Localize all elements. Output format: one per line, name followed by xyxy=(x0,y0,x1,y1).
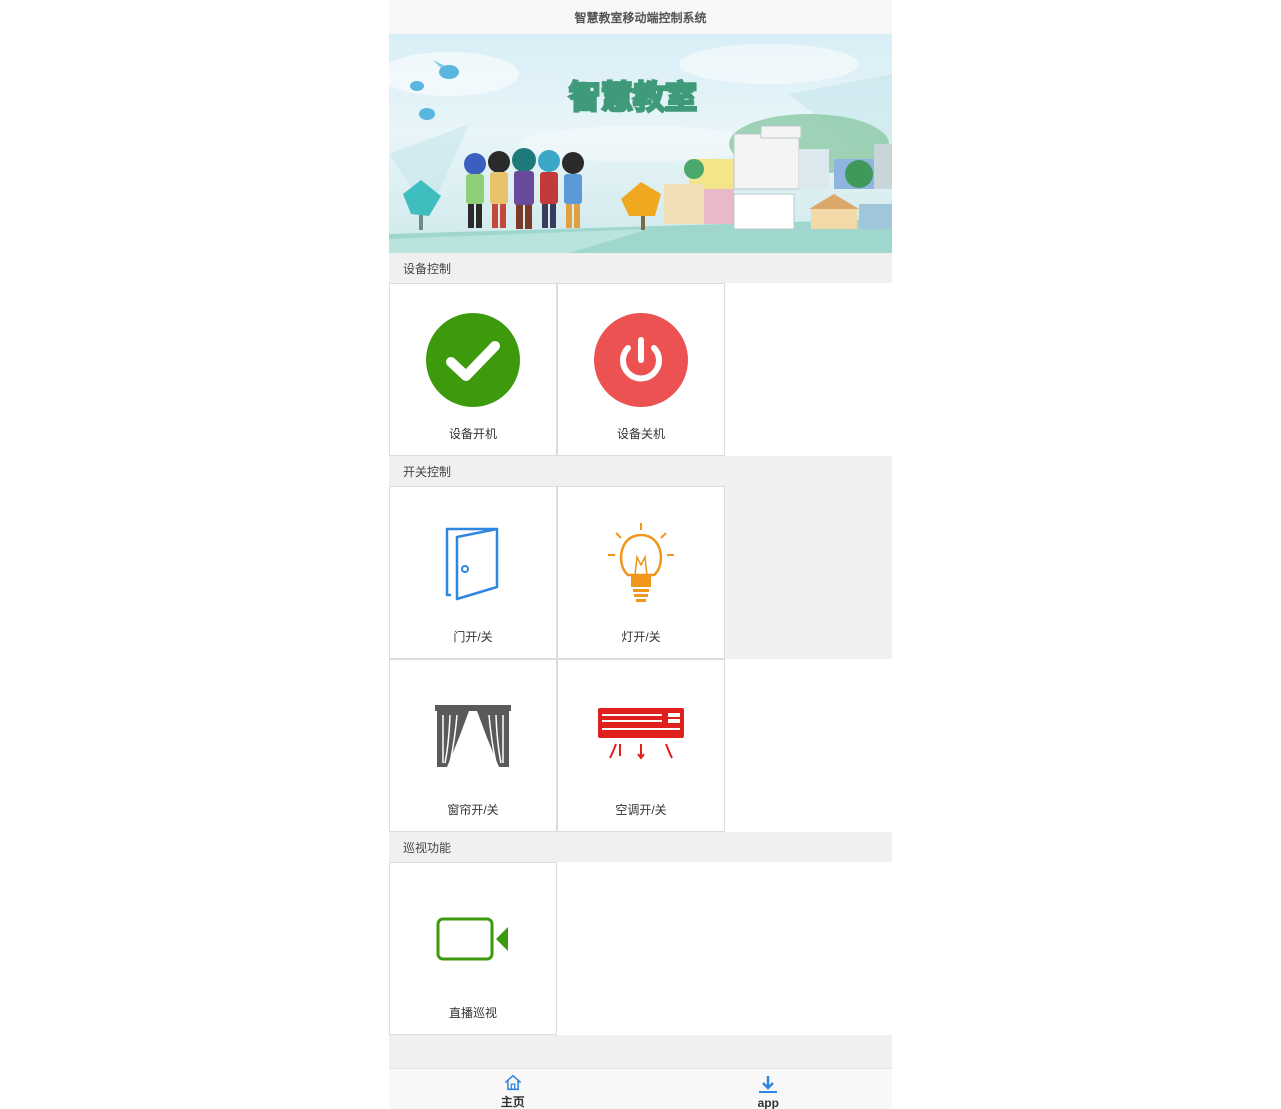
live-patrol-button[interactable]: 直播巡视 xyxy=(389,862,557,1035)
device-power-on-label: 设备开机 xyxy=(448,427,497,441)
banner-image: 智慧教室 xyxy=(389,34,892,253)
empty-cell xyxy=(557,862,892,1035)
empty-cell xyxy=(725,659,892,832)
power-icon xyxy=(594,313,688,407)
light-switch-label: 灯开/关 xyxy=(621,630,661,644)
page-title: 智慧教室移动端控制系统 xyxy=(574,10,707,25)
children-illustration xyxy=(464,148,584,229)
section-title-device-control: 设备控制 xyxy=(389,253,892,283)
curtain-icon xyxy=(435,705,511,767)
empty-cell xyxy=(725,283,892,456)
door-icon xyxy=(445,527,499,601)
light-switch-button[interactable]: 灯开/关 xyxy=(557,486,725,659)
bottom-tab-bar: 主页 app xyxy=(389,1068,892,1109)
patrol-grid: 直播巡视 xyxy=(389,862,892,1035)
device-power-off-label: 设备关机 xyxy=(616,427,665,441)
air-conditioner-switch-button[interactable]: 空调开/关 xyxy=(557,659,725,832)
door-switch-label: 门开/关 xyxy=(453,630,493,644)
top-bar: 智慧教室移动端控制系统 xyxy=(389,0,892,34)
device-power-off-button[interactable]: 设备关机 xyxy=(557,283,725,456)
download-icon xyxy=(759,1076,778,1093)
device-power-on-button[interactable]: 设备开机 xyxy=(389,283,557,456)
check-circle-icon xyxy=(426,313,520,407)
air-conditioner-switch-label: 空调开/关 xyxy=(615,803,667,817)
section-title-patrol: 巡视功能 xyxy=(389,832,892,862)
tab-home[interactable]: 主页 xyxy=(389,1069,641,1109)
switch-control-grid: 门开/关 灯开/关 窗帘开/关 空调开/关 xyxy=(389,486,892,832)
curtain-switch-button[interactable]: 窗帘开/关 xyxy=(389,659,557,832)
air-conditioner-icon xyxy=(598,708,684,760)
device-control-grid: 设备开机 设备关机 xyxy=(389,283,892,456)
live-patrol-label: 直播巡视 xyxy=(448,1006,497,1020)
home-icon xyxy=(504,1074,521,1091)
banner-headline: 智慧教室 xyxy=(569,79,697,115)
banner-illustration: 智慧教室 xyxy=(389,44,892,253)
tab-app-label: app xyxy=(757,1096,779,1109)
video-camera-icon xyxy=(436,917,508,961)
tab-app[interactable]: app xyxy=(641,1069,893,1109)
app-container: 智慧教室移动端控制系统 智慧教室 设备控制 设备开机 设备关机 开关控制 门开/… xyxy=(389,0,892,1109)
light-bulb-icon xyxy=(608,523,674,602)
tab-home-label: 主页 xyxy=(500,1095,525,1109)
section-title-switch-control: 开关控制 xyxy=(389,456,892,486)
door-switch-button[interactable]: 门开/关 xyxy=(389,486,557,659)
curtain-switch-label: 窗帘开/关 xyxy=(447,803,499,817)
